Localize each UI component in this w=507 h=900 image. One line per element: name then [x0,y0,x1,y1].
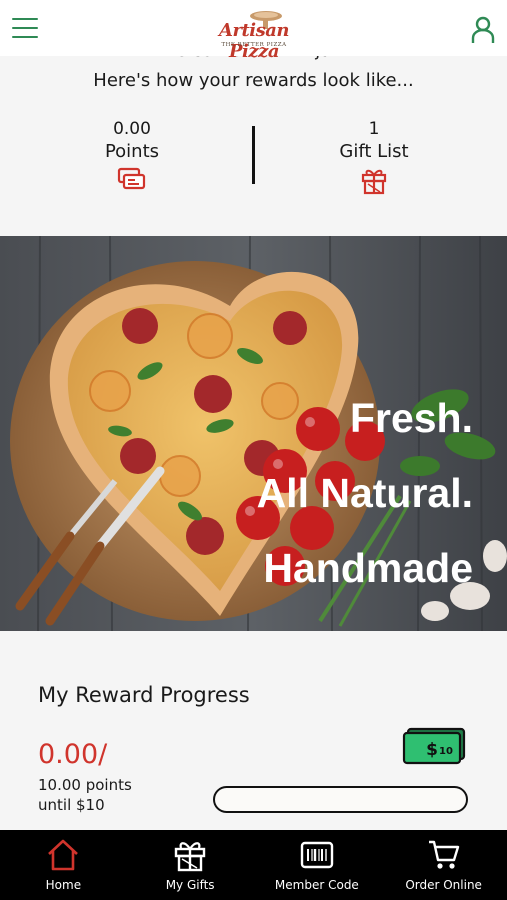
banner-line-handmade: Handmade [263,545,473,591]
svg-text:$: $ [426,740,438,760]
nav-member-code[interactable]: Member Code [254,830,381,900]
reward-progress-value: 0.00/ [38,739,108,770]
nav-home[interactable]: Home [0,830,127,900]
barcode-icon [300,841,334,869]
home-icon [48,839,79,871]
reward-progress-card: My Reward Progress 0.00/ 10.00 points un… [0,631,507,830]
gift-list-summary[interactable]: 1 Gift List [310,118,438,195]
nav-home-label: Home [45,878,82,892]
rewards-screen: Artisan Pizza THE BETTER PIZZA Welcome b… [0,0,507,900]
svg-text:10: 10 [439,746,453,757]
banner-line-natural: All Natural. [257,470,473,516]
gift-icon [361,169,387,195]
nav-order-online[interactable]: Order Online [380,830,507,900]
banner-line-fresh: Fresh. [350,395,473,441]
logo-tagline: THE BETTER PIZZA [221,42,287,48]
nav-my-gifts-label: My Gifts [165,878,215,892]
reward-points-needed: 10.00 points [38,776,132,794]
reward-target: until $10 [38,796,105,814]
ten-dollar-bill-icon: $ 10 [402,727,466,765]
nav-my-gifts[interactable]: My Gifts [127,830,254,900]
logo-wordmark: Artisan Pizza [219,20,290,62]
reward-progress-title: My Reward Progress [38,683,250,707]
points-value: 0.00 [113,119,151,139]
cart-icon [428,840,459,869]
gift-icon [174,842,206,872]
brand-logo[interactable]: Artisan Pizza THE BETTER PIZZA [196,8,312,62]
stats-divider [252,126,255,184]
nav-order-online-label: Order Online [405,878,482,892]
gift-count-value: 1 [368,119,380,139]
gift-list-label: Gift List [339,141,409,162]
bottom-navigation: Home My Gifts Member Code Order Online [0,830,507,900]
user-profile-icon[interactable] [470,16,496,44]
app-header: Artisan Pizza THE BETTER PIZZA [0,0,507,62]
points-summary[interactable]: 0.00 Points [70,118,194,191]
hamburger-menu-icon[interactable] [12,18,38,40]
promo-banner: Fresh. All Natural. Handmade [0,236,507,631]
reward-progress-bar [213,786,468,813]
rewards-subtitle: Here's how your rewards look like... [93,70,414,91]
points-label: Points [104,141,160,162]
nav-member-code-label: Member Code [274,878,359,892]
points-cards-icon [117,167,146,190]
